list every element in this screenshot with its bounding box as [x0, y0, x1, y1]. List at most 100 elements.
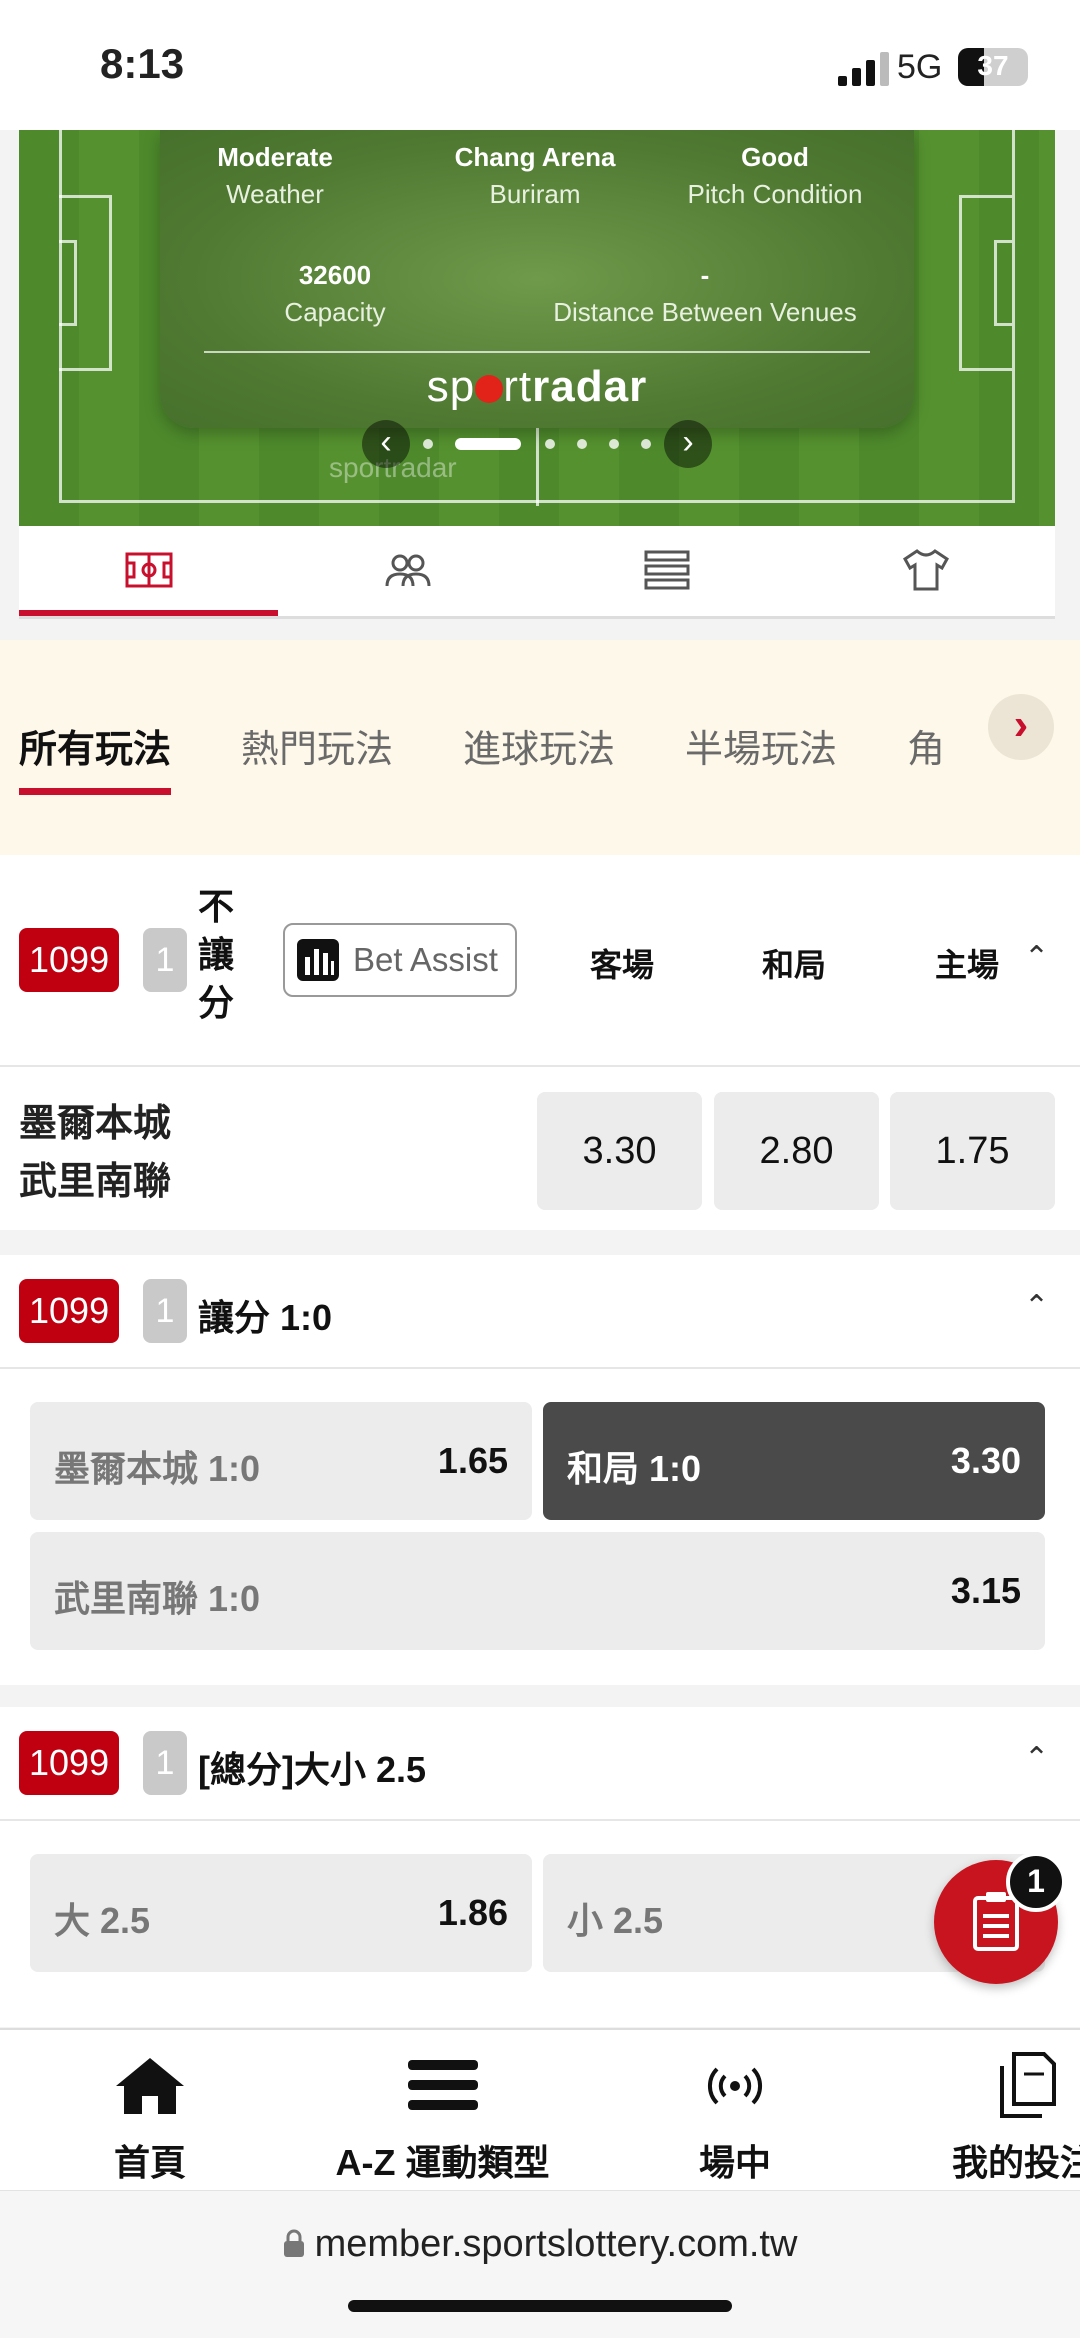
nav-live-label: 場中 [698, 2142, 771, 2183]
pitch-value: Good [741, 142, 809, 172]
market-category-tabs: 所有玩法 熱門玩法 進球玩法 半場玩法 角 › [0, 640, 1080, 855]
selection-price: 1.86 [437, 1892, 508, 1933]
selection-price: 1.65 [437, 1440, 508, 1481]
home-indicator [348, 2300, 732, 2312]
tab-goal-markets[interactable]: 進球玩法 [463, 718, 615, 773]
col-draw: 和局 [762, 947, 827, 983]
market-header: 1099 1 不讓分 Bet Assist 客場 和局 主場 ⌃ [0, 855, 1080, 1067]
selection-button[interactable]: 墨爾本城 1:0 1.65 [30, 1402, 532, 1520]
capacity-label: Capacity [284, 297, 386, 327]
market-number: 1 [143, 1731, 187, 1795]
stadium-label: Buriram [489, 179, 581, 209]
bottom-navigation: 首頁 A-Z 運動類型 場中 我的投注 [0, 2028, 1080, 2192]
nav-live[interactable]: 場中 [655, 2030, 815, 2192]
betslip-count-badge: 1 [1006, 1852, 1066, 1912]
distance-label: Distance Between Venues [553, 297, 857, 327]
market-number: 1 [143, 1279, 187, 1343]
menu-icon [408, 2060, 478, 2110]
network-type: 5G [897, 48, 943, 86]
market-total-goals: 1099 1 [總分]大小 2.5 ⌃ 大 2.5 1.86 小 2.5 [0, 1707, 1080, 2027]
market-title: 不讓分 [198, 886, 235, 1023]
selection-name: 武里南聯 1:0 [54, 1578, 261, 1619]
chevron-right-icon[interactable]: › [988, 694, 1054, 760]
pitch-label: Pitch Condition [687, 179, 863, 209]
venue-widget: Moderate Weather Chang Arena Buriram Goo… [19, 130, 1055, 526]
carousel-pager: ‹ › [19, 420, 1055, 470]
match-info-tabs [19, 526, 1055, 619]
team-1: 墨爾本城 [19, 1103, 172, 1145]
tab-popular-markets[interactable]: 熱門玩法 [241, 718, 393, 773]
selection-button-selected[interactable]: 和局 1:0 3.30 [543, 1402, 1045, 1520]
collapse-icon[interactable]: ⌃ [1024, 1289, 1049, 1324]
selection-name: 小 2.5 [567, 1900, 664, 1941]
market-header: 1099 1 [總分]大小 2.5 ⌃ [0, 1707, 1080, 1821]
url-text: member.sportslottery.com.tw [314, 2223, 798, 2265]
odds-home[interactable]: 1.75 [890, 1092, 1055, 1210]
team-names: 墨爾本城 武里南聯 [19, 1095, 171, 1211]
tab-corner-markets[interactable]: 角 [907, 718, 945, 773]
weather-info: Moderate Weather [195, 142, 355, 210]
selection-name: 和局 1:0 [567, 1448, 702, 1489]
tab-all-markets[interactable]: 所有玩法 [19, 718, 172, 795]
selection-button[interactable]: 大 2.5 1.86 [30, 1854, 532, 1972]
my-bets-icon [1000, 2052, 1056, 2118]
chevron-left-icon[interactable]: ‹ [362, 420, 410, 468]
distance-value: - [700, 260, 710, 290]
col-home: 主場 [935, 947, 1000, 983]
collapse-icon[interactable]: ⌃ [1024, 940, 1049, 975]
pager-dot[interactable] [545, 439, 555, 449]
collapse-icon[interactable]: ⌃ [1024, 1741, 1049, 1776]
live-icon [707, 2067, 763, 2105]
col-away: 客場 [590, 947, 655, 983]
lock-icon [283, 2229, 304, 2257]
pager-dot[interactable] [609, 439, 619, 449]
weather-value: Moderate [217, 142, 333, 172]
pager-dot[interactable] [423, 439, 433, 449]
pager-dot[interactable] [577, 439, 587, 449]
nav-az-sports-label: A-Z 運動類型 [335, 2142, 550, 2183]
odds-away[interactable]: 3.30 [537, 1092, 702, 1210]
match-code: 1099 [19, 1731, 120, 1795]
jersey-icon [902, 548, 949, 590]
market-title: [總分]大小 2.5 [198, 1749, 427, 1790]
url-display[interactable]: member.sportslottery.com.tw [0, 2223, 1080, 2266]
chevron-right-icon[interactable]: › [664, 420, 712, 468]
pitch-info: Good Pitch Condition [665, 142, 885, 210]
tab-players[interactable] [278, 526, 537, 613]
home-icon [116, 2058, 184, 2114]
battery-level: 37 [977, 50, 1009, 81]
tab-list[interactable] [537, 526, 796, 613]
bet-assist-label: Bet Assist [353, 941, 498, 978]
team-2: 武里南聯 [19, 1161, 172, 1203]
nav-my-bets[interactable]: 我的投注 [930, 2030, 1080, 2192]
selection-button[interactable]: 武里南聯 1:0 3.15 [30, 1532, 1045, 1650]
market-no-handicap: 1099 1 不讓分 Bet Assist 客場 和局 主場 ⌃ 墨爾本城 武里… [0, 855, 1080, 1230]
tab-jersey[interactable] [796, 526, 1055, 613]
weather-label: Weather [226, 179, 324, 209]
nav-az-sports[interactable]: A-Z 運動類型 [320, 2030, 565, 2192]
market-header: 1099 1 讓分 1:0 ⌃ [0, 1255, 1080, 1369]
selection-price: 3.30 [950, 1440, 1021, 1481]
distance-info: - Distance Between Venues [520, 260, 890, 328]
sportradar-logo: sp rtradar [426, 362, 648, 411]
battery-icon: 37 [958, 48, 1028, 86]
browser-url-bar[interactable]: member.sportslottery.com.tw [0, 2190, 1080, 2338]
capacity-info: 32600 Capacity [230, 260, 440, 328]
tab-half-markets[interactable]: 半場玩法 [685, 718, 837, 773]
divider [204, 351, 870, 353]
match-code: 1099 [19, 928, 120, 992]
list-icon [644, 550, 689, 589]
nav-home[interactable]: 首頁 [60, 2030, 240, 2192]
market-number: 1 [143, 928, 187, 992]
tab-pitch[interactable] [19, 526, 278, 616]
market-title: 讓分 1:0 [198, 1297, 333, 1338]
odds-draw[interactable]: 2.80 [714, 1092, 879, 1210]
pager-dot-active[interactable] [455, 438, 521, 450]
stadium-info: Chang Arena Buriram [400, 142, 670, 210]
bet-assist-button[interactable]: Bet Assist [283, 923, 517, 997]
pager-dot[interactable] [641, 439, 651, 449]
status-time: 8:13 [100, 40, 185, 87]
venue-info-card: Moderate Weather Chang Arena Buriram Goo… [160, 130, 914, 428]
selection-price: 3.15 [950, 1570, 1021, 1611]
selection-name: 墨爾本城 1:0 [54, 1448, 261, 1489]
